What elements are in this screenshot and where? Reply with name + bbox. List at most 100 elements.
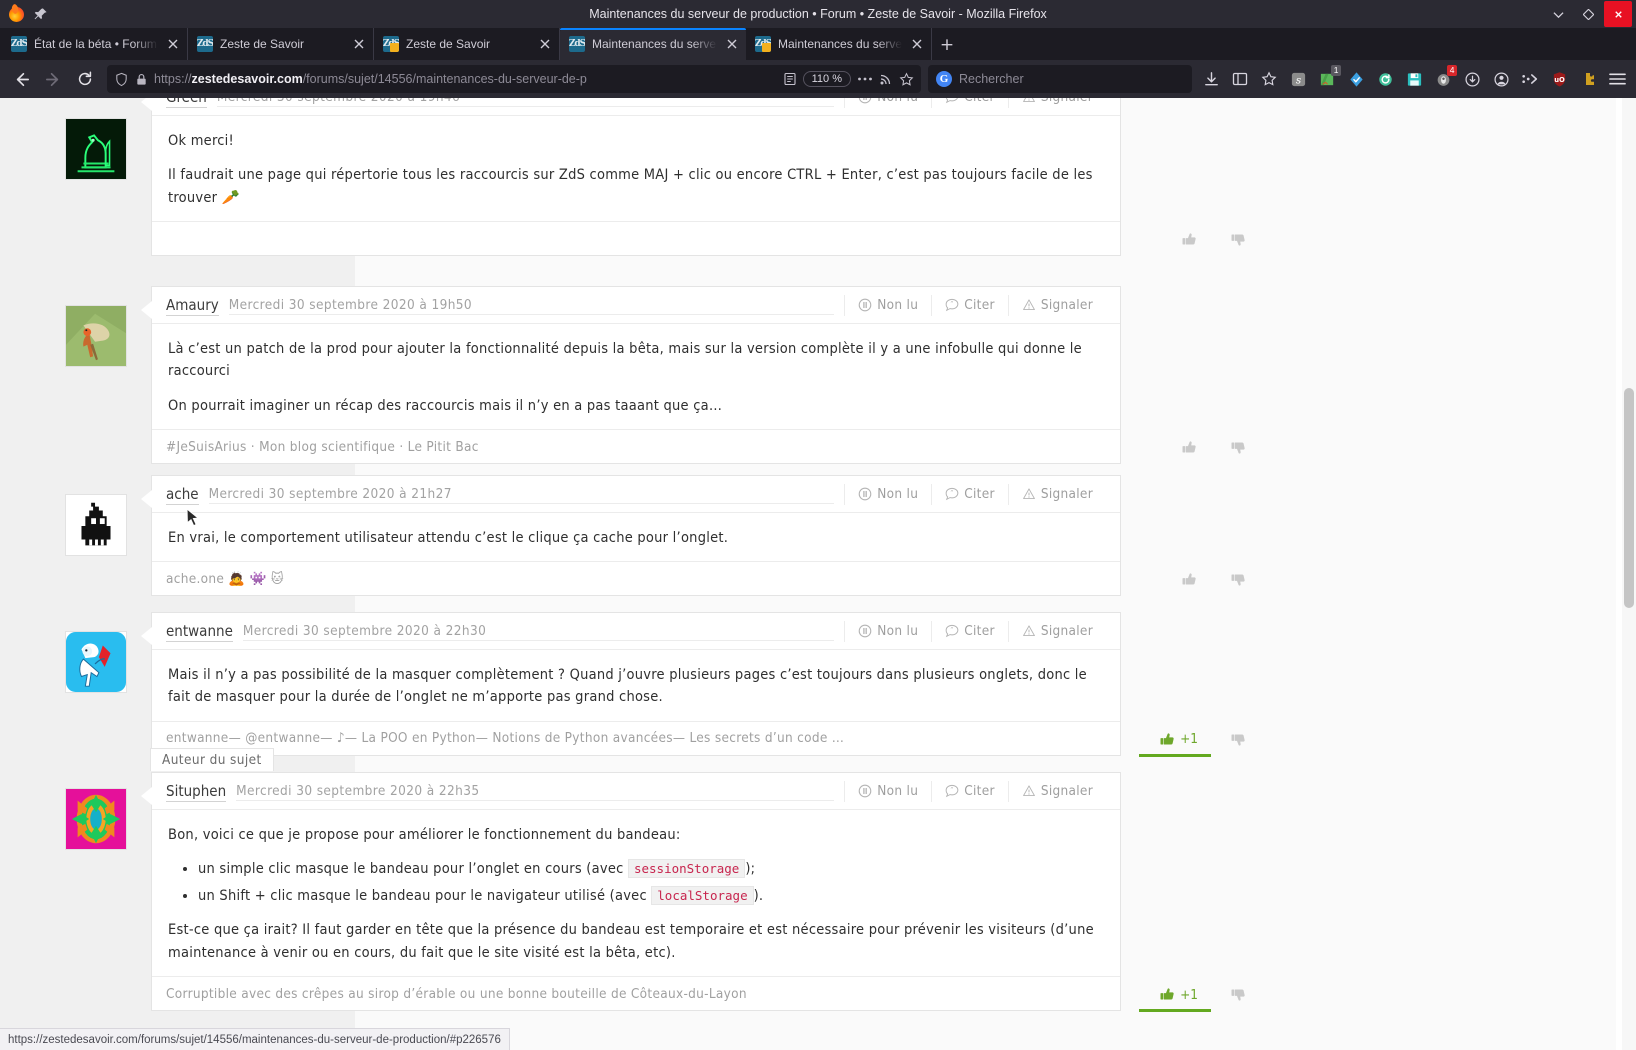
stylus-extension-icon[interactable]: 1 — [1314, 65, 1341, 92]
hamburger-menu-icon[interactable] — [1604, 66, 1630, 92]
avatar[interactable] — [65, 118, 127, 180]
tab-close-icon[interactable] — [165, 36, 181, 52]
avatar[interactable] — [65, 788, 127, 850]
post-bubble: ache Mercredi 30 septembre 2020 à 21h27 No… — [140, 475, 1121, 597]
tab-close-icon[interactable] — [724, 36, 740, 52]
window-list-button[interactable] — [1544, 1, 1572, 27]
window-close-button[interactable] — [1604, 1, 1632, 27]
reader-mode-icon[interactable] — [783, 72, 797, 86]
quote-label: Citer — [964, 297, 995, 313]
post-vote-column: +1 — [1123, 612, 1261, 757]
rss-icon[interactable] — [879, 72, 893, 86]
forward-button[interactable] — [38, 64, 68, 94]
browser-tab-4[interactable]: ZdS Maintenances du serveur d — [746, 28, 932, 60]
browser-tab-0[interactable]: ZdS État de la béta • Forum • Zes — [2, 28, 188, 60]
mark-unread-label: Non lu — [877, 297, 919, 313]
post-vote-column — [1123, 98, 1261, 256]
mark-unread-button[interactable]: Non lu — [844, 781, 931, 802]
new-tab-button[interactable]: + — [932, 30, 962, 60]
tab-close-icon[interactable] — [909, 36, 925, 52]
post-date: Mercredi 30 septembre 2020 à 19h50 — [228, 297, 835, 315]
svg-text:”: ” — [951, 301, 954, 308]
post-footer — [152, 221, 1120, 255]
downvote-button[interactable] — [1230, 571, 1247, 588]
reload-button[interactable] — [70, 64, 100, 94]
upvote-button[interactable] — [1181, 439, 1198, 456]
report-label: Signaler — [1040, 297, 1093, 313]
avatar[interactable] — [65, 494, 127, 556]
navigation-toolbar: https://zestedesavoir.com/forums/sujet/1… — [0, 60, 1636, 98]
stylish-extension-icon[interactable]: s — [1285, 66, 1311, 92]
quote-button[interactable]: ” Citer — [931, 484, 1008, 505]
bookmarks-star-icon[interactable] — [1256, 66, 1282, 92]
privacy-badger-extension-icon[interactable]: 4 — [1430, 65, 1457, 92]
dotted-arrow-extension-icon[interactable] — [1517, 66, 1543, 92]
tab-close-icon[interactable] — [351, 36, 367, 52]
quote-label: Citer — [964, 98, 995, 105]
browser-tab-2[interactable]: ZdS Zeste de Savoir — [374, 28, 560, 60]
save-page-extension-icon[interactable] — [1401, 66, 1427, 92]
post-author-name[interactable]: entwanne — [166, 622, 233, 642]
vote-buttons — [1123, 439, 1261, 456]
post-author-name[interactable]: Amaury — [166, 296, 219, 316]
page-scrollbar-track[interactable] — [1622, 98, 1636, 1050]
report-button[interactable]: Signaler — [1007, 781, 1106, 802]
extensions-puzzle-icon[interactable] — [1575, 66, 1601, 92]
mark-unread-button[interactable]: Non lu — [844, 98, 931, 108]
zds-favicon-icon: ZdS — [569, 36, 585, 52]
page-scrollbar-thumb[interactable] — [1624, 388, 1634, 608]
sourcegraph-extension-icon[interactable] — [1343, 66, 1369, 92]
address-bar[interactable]: https://zestedesavoir.com/forums/sujet/1… — [107, 65, 921, 93]
quote-button[interactable]: ” Citer — [931, 295, 1008, 316]
mark-unread-button[interactable]: Non lu — [844, 621, 931, 642]
report-button[interactable]: Signaler — [1007, 98, 1106, 108]
lock-icon[interactable] — [135, 73, 148, 86]
post-signature: ache.one 🙇 👾 🐱 — [166, 570, 284, 587]
quote-button[interactable]: ” Citer — [931, 621, 1008, 642]
upvote-button[interactable] — [1181, 231, 1198, 248]
page-actions-icon[interactable] — [857, 76, 873, 82]
upvote-button[interactable] — [1181, 571, 1198, 588]
mark-unread-button[interactable]: Non lu — [844, 484, 931, 505]
browser-tab-3-active[interactable]: ZdS Maintenances du serveur de — [560, 28, 746, 60]
post-author-name[interactable]: Green — [166, 98, 207, 108]
upvote-button[interactable]: +1 — [1159, 986, 1198, 1003]
url-text[interactable]: https://zestedesavoir.com/forums/sujet/1… — [154, 72, 777, 86]
download-circle-icon[interactable] — [1459, 66, 1485, 92]
mark-unread-button[interactable]: Non lu — [844, 295, 931, 316]
tab-close-icon[interactable] — [537, 36, 553, 52]
search-placeholder[interactable]: Rechercher — [959, 72, 1024, 86]
downvote-button[interactable] — [1230, 731, 1247, 748]
downvote-button[interactable] — [1230, 231, 1247, 248]
account-circle-icon[interactable] — [1488, 66, 1514, 92]
report-button[interactable]: Signaler — [1007, 484, 1106, 505]
sidebar-toggle-icon[interactable] — [1227, 66, 1253, 92]
quote-button[interactable]: ” Citer — [931, 98, 1008, 108]
browser-tab-1[interactable]: ZdS Zeste de Savoir — [188, 28, 374, 60]
refresh-extension-icon[interactable] — [1372, 66, 1398, 92]
post-date: Mercredi 30 septembre 2020 à 22h30 — [242, 623, 835, 641]
post-author-name[interactable]: Situphen — [166, 782, 227, 802]
zoom-level-badge[interactable]: 110 % — [802, 71, 851, 87]
upvote-button[interactable]: +1 — [1159, 731, 1198, 748]
search-bar[interactable]: G Rechercher — [928, 65, 1192, 93]
avatar[interactable] — [65, 631, 127, 693]
mark-unread-label: Non lu — [877, 623, 919, 639]
back-button[interactable] — [6, 64, 36, 94]
quote-button[interactable]: ” Citer — [931, 781, 1008, 802]
post-author-name[interactable]: ache — [166, 485, 199, 505]
downvote-button[interactable] — [1230, 439, 1247, 456]
bookmark-star-icon[interactable] — [899, 72, 914, 87]
downvote-button[interactable] — [1230, 986, 1247, 1003]
ublock-origin-icon[interactable]: uO — [1546, 66, 1572, 92]
zds-favicon-private-icon: ZdS — [755, 36, 771, 52]
pin-icon[interactable] — [33, 7, 48, 22]
avatar[interactable] — [65, 305, 127, 367]
downloads-icon[interactable] — [1198, 66, 1224, 92]
inline-code: localStorage — [651, 885, 754, 905]
report-button[interactable]: Signaler — [1007, 295, 1106, 316]
window-minimize-button[interactable] — [1574, 1, 1602, 27]
report-button[interactable]: Signaler — [1007, 621, 1106, 642]
mouse-cursor — [186, 508, 200, 527]
shield-icon[interactable] — [114, 72, 129, 87]
